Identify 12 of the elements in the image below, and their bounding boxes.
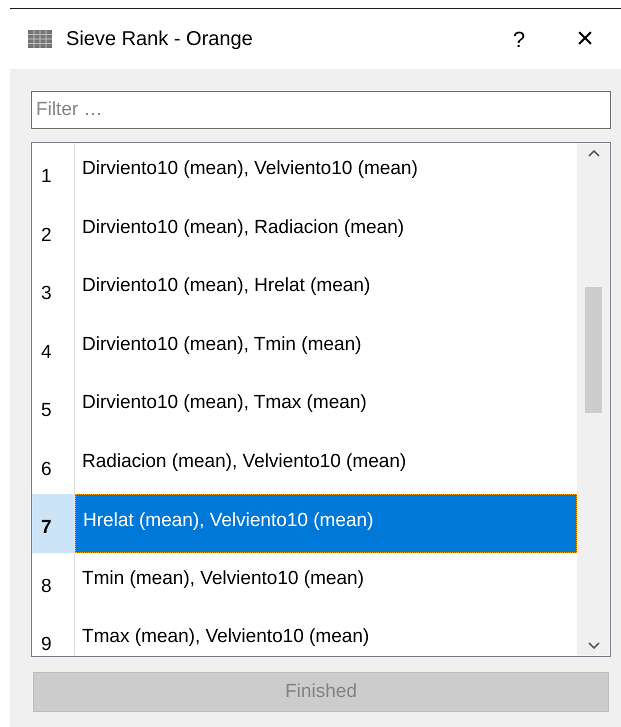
list-item[interactable]: Hrelat (mean), Velviento10 (mean): [75, 494, 577, 552]
scroll-down-icon[interactable]: [588, 642, 600, 650]
window-title: Sieve Rank - Orange: [66, 27, 253, 52]
scrollbar[interactable]: [577, 143, 610, 656]
scrollbar-thumb[interactable]: [585, 286, 602, 412]
close-button[interactable]: ×: [565, 24, 605, 54]
grid-icon: [28, 30, 52, 48]
filter-field[interactable]: Filter …: [31, 91, 611, 129]
row-number: 8: [32, 552, 75, 611]
help-button[interactable]: ?: [499, 22, 539, 56]
row-number: 7: [32, 494, 75, 552]
scroll-up-icon[interactable]: [588, 149, 600, 157]
